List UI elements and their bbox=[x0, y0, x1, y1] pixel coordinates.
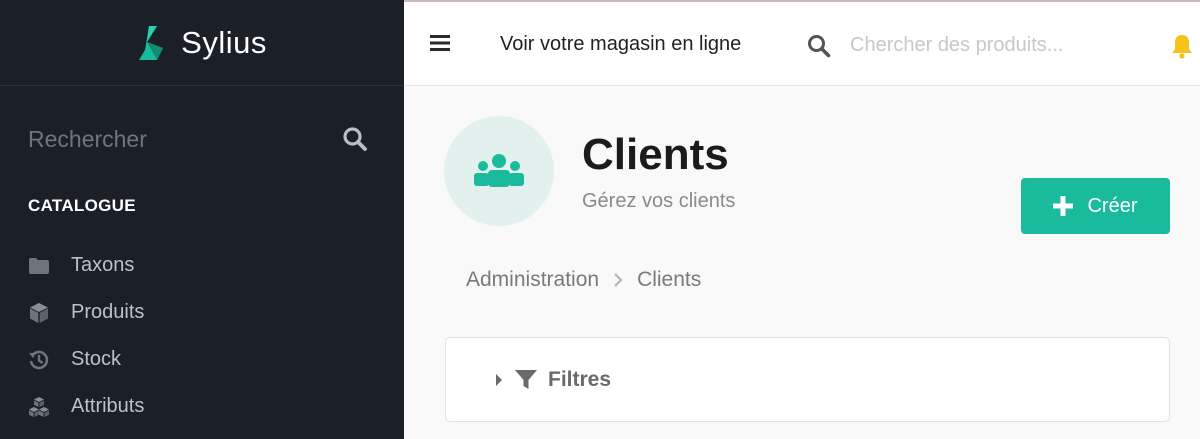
sidebar-search bbox=[28, 118, 368, 160]
chevron-right-icon bbox=[613, 272, 623, 288]
sidebar-item-label: Taxons bbox=[71, 254, 135, 276]
plus-icon bbox=[1053, 196, 1074, 216]
breadcrumb: Administration Clients bbox=[466, 268, 701, 292]
breadcrumb-item-administration[interactable]: Administration bbox=[466, 268, 599, 292]
customers-header-icon-circle bbox=[444, 116, 554, 226]
history-icon bbox=[28, 349, 50, 371]
brand-name: Sylius bbox=[181, 24, 267, 60]
bell-icon[interactable] bbox=[1171, 33, 1193, 59]
filters-label: Filtres bbox=[548, 368, 612, 391]
sidebar-menu: Taxons Produits Stock Attributs bbox=[28, 242, 144, 430]
create-button-label: Créer bbox=[1087, 194, 1138, 217]
sylius-logo-icon bbox=[139, 25, 164, 60]
topbar: Voir votre magasin en ligne bbox=[404, 0, 1200, 86]
sidebar: Sylius CATALOGUE Taxons Produits bbox=[0, 0, 404, 439]
filter-icon bbox=[515, 370, 537, 389]
sidebar-item-label: Produits bbox=[71, 301, 145, 323]
page-title: Clients bbox=[582, 130, 729, 179]
view-store-link[interactable]: Voir votre magasin en ligne bbox=[500, 33, 741, 56]
page-subtitle: Gérez vos clients bbox=[582, 190, 736, 212]
sidebar-item-taxons[interactable]: Taxons bbox=[28, 242, 144, 289]
sidebar-item-label: Stock bbox=[71, 348, 122, 370]
sidebar-search-input[interactable] bbox=[28, 125, 308, 153]
folder-icon bbox=[28, 255, 50, 277]
breadcrumb-item-clients: Clients bbox=[637, 268, 702, 291]
cubes-icon bbox=[28, 396, 50, 418]
create-button[interactable]: Créer bbox=[1021, 178, 1170, 234]
sidebar-item-stock[interactable]: Stock bbox=[28, 336, 144, 383]
sidebar-item-label: Attributs bbox=[71, 395, 145, 417]
search-icon[interactable] bbox=[807, 34, 831, 58]
sidebar-item-attributs[interactable]: Attributs bbox=[28, 383, 144, 430]
logo[interactable]: Sylius bbox=[0, 0, 404, 86]
hamburger-menu-icon[interactable] bbox=[430, 34, 450, 52]
users-icon bbox=[474, 154, 524, 187]
filters-panel: Filtres bbox=[445, 337, 1170, 422]
sidebar-section-catalogue: CATALOGUE bbox=[28, 196, 136, 215]
product-search-input[interactable] bbox=[850, 30, 1150, 60]
cube-icon bbox=[28, 302, 50, 324]
sidebar-item-produits[interactable]: Produits bbox=[28, 289, 144, 336]
caret-right-icon bbox=[496, 374, 502, 386]
filters-toggle[interactable]: Filtres bbox=[494, 368, 611, 392]
search-icon[interactable] bbox=[342, 126, 368, 152]
